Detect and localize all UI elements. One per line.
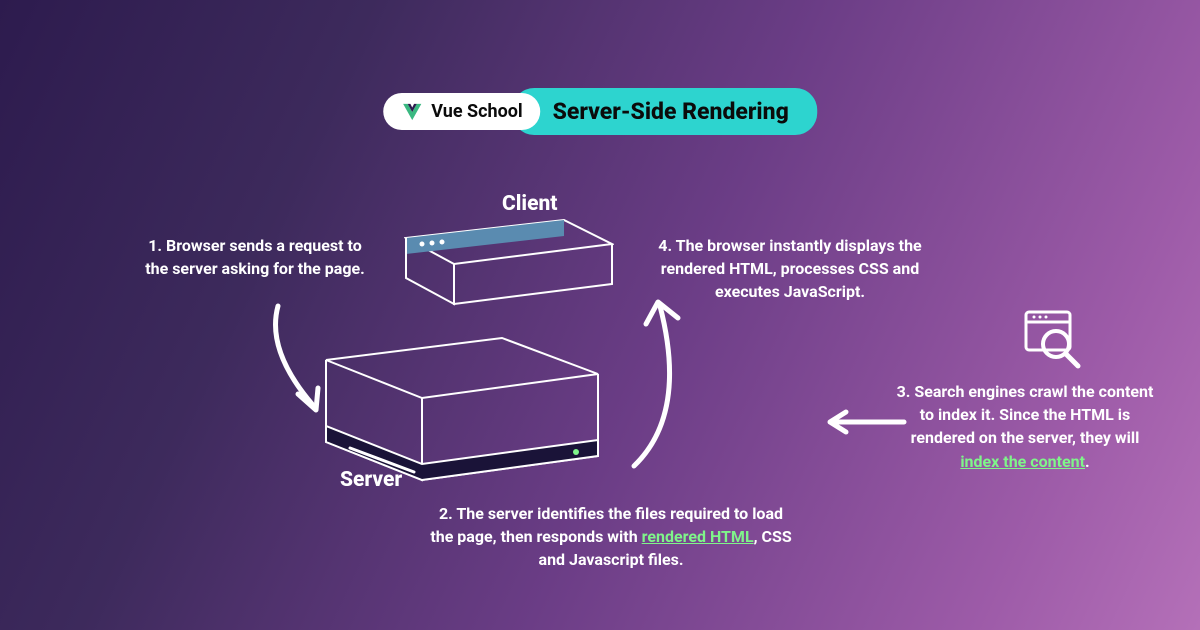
client-label: Client: [502, 192, 557, 216]
brand-text: Vue School: [431, 101, 522, 122]
highlight-index-content: index the content: [960, 452, 1085, 471]
header: Vue School Server-Side Rendering: [383, 88, 817, 135]
server-box-icon: [322, 334, 602, 484]
page-title: Server-Side Rendering: [553, 98, 789, 125]
step-4: 4. The browser instantly displays the re…: [640, 234, 940, 304]
vue-icon: [401, 102, 423, 122]
arrow-response-icon: [620, 294, 700, 474]
highlight-rendered-html: rendered HTML: [642, 527, 754, 546]
arrow-request-icon: [258, 300, 348, 420]
step-1: 1. Browser sends a request to the server…: [140, 234, 370, 280]
brand-badge: Vue School: [383, 93, 540, 130]
search-page-icon: [1020, 308, 1084, 372]
title-pill: Server-Side Rendering: [513, 88, 817, 135]
step-3: 3. Search engines crawl the content to i…: [890, 380, 1160, 473]
browser-window-icon: [404, 218, 614, 308]
step-2: 2. The server identifies the files requi…: [426, 502, 796, 572]
